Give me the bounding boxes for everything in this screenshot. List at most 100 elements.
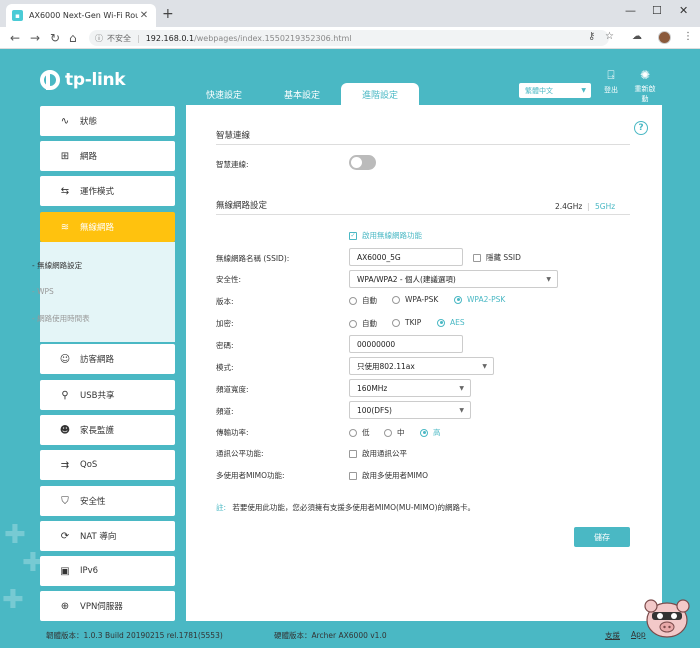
sidebar-item-label: USB共享 (80, 391, 115, 401)
mascot-watermark-icon (644, 599, 690, 638)
sidebar-item-operation-mode[interactable]: ⇆ 運作模式 (40, 176, 175, 206)
mumimo-checkbox[interactable]: 啟用多使用者MIMO (349, 470, 428, 481)
sidebar-item-usb[interactable]: ⚲ USB共享 (40, 380, 175, 410)
subitem-schedule[interactable]: - 網路使用時間表 (32, 313, 90, 324)
reload-icon[interactable]: ↻ (50, 31, 60, 45)
star-icon[interactable]: ☆ (605, 31, 614, 42)
smart-connect-label: 智慧連線: (216, 160, 249, 169)
sidebar-item-wireless[interactable]: ≋ 無線網路 (40, 212, 175, 242)
ssid-label: 無線網路名稱 (SSID): (216, 254, 290, 263)
sidebar-item-status[interactable]: ∿ 狀態 (40, 106, 175, 136)
smart-connect-toggle[interactable] (349, 155, 376, 170)
nat-icon: ⟳ (60, 530, 70, 542)
enable-wireless-checkbox[interactable]: ✓ 啟用無線網路功能 (349, 230, 422, 241)
ipv6-icon: ▣ (60, 565, 70, 577)
power-mid-radio[interactable]: 中 (384, 427, 405, 438)
sidebar-item-guest[interactable]: ☺ 訪客網路 (40, 344, 175, 374)
reboot-label: 重新啟動 (634, 85, 656, 103)
tab-quick-setup[interactable]: 快速設定 (192, 83, 256, 105)
version-wpa2-psk-radio[interactable]: WPA2-PSK (454, 295, 505, 304)
radio-label: 自動 (362, 319, 377, 328)
reboot-button[interactable]: ✺ 重新啟動 (632, 68, 658, 104)
sidebar-item-network[interactable]: ⊞ 網路 (40, 141, 175, 171)
divider (216, 144, 630, 145)
channel-width-select[interactable]: 160MHz ▼ (349, 379, 471, 397)
menu-dots-icon[interactable]: ⋮ (683, 31, 693, 42)
address-bar: ← → ↻ ⌂ ⓘ 不安全 | 192.168.0.1 /webpages/in… (0, 27, 700, 49)
url-input[interactable]: ⓘ 不安全 | 192.168.0.1 /webpages/index.1550… (89, 30, 609, 46)
sidebar-item-qos[interactable]: ⇉ QoS (40, 450, 175, 480)
radio-dot (384, 428, 392, 437)
power-high-radio[interactable]: 高 (420, 427, 441, 438)
window-close-button[interactable]: ✕ (679, 4, 688, 17)
fairness-option-label: 啟用通訊公平 (362, 449, 407, 458)
tx-power-label: 傳輸功率: (216, 428, 249, 437)
encryption-auto-radio[interactable]: 自動 (349, 318, 377, 329)
channel-select[interactable]: 100(DFS) ▼ (349, 401, 471, 419)
extension-icon[interactable]: ☁ (632, 31, 642, 42)
vpn-icon: ⊕ (60, 600, 70, 612)
fairness-checkbox[interactable]: 啟用通訊公平 (349, 448, 407, 459)
tab-close-icon[interactable]: ✕ (138, 10, 150, 21)
mode-label: 模式: (216, 363, 234, 372)
help-icon[interactable]: ? (634, 121, 648, 135)
ssid-input[interactable]: AX6000_5G (349, 248, 463, 266)
sidebar-item-label: VPN伺服器 (80, 602, 123, 612)
radio-label: 高 (433, 428, 441, 437)
logout-button[interactable]: ⍈ 登出 (599, 68, 623, 95)
back-arrow-icon[interactable]: ← (10, 31, 20, 45)
divider (216, 214, 630, 215)
maximize-button[interactable]: ☐ (652, 4, 662, 17)
security-label: 安全性: (216, 275, 242, 284)
band-5ghz-tab[interactable]: 5GHz (595, 202, 615, 211)
subitem-wps[interactable]: - WPS (32, 287, 54, 296)
home-icon[interactable]: ⌂ (69, 31, 77, 45)
new-tab-button[interactable]: + (162, 6, 174, 22)
url-separator: | (137, 33, 140, 43)
sidebar-item-security[interactable]: ⛉ 安全性 (40, 486, 175, 516)
sidebar-item-vpn[interactable]: ⊕ VPN伺服器 (40, 591, 175, 621)
avatar[interactable] (658, 31, 671, 44)
channel-width-label: 頻道寬度: (216, 385, 249, 394)
mode-select[interactable]: 只使用802.11ax ▼ (349, 357, 494, 375)
qos-icon: ⇉ (60, 459, 70, 471)
browser-tabbar: ▪ AX6000 Next-Gen Wi-Fi Router ✕ + — ☐ ✕ (0, 0, 700, 27)
tab-advanced[interactable]: 進階設定 (341, 83, 419, 105)
logo-text: tp-link (65, 70, 126, 90)
tab-basic[interactable]: 基本設定 (270, 83, 334, 105)
version-auto-radio[interactable]: 自動 (349, 295, 377, 306)
sidebar-item-nat[interactable]: ⟳ NAT 導向 (40, 521, 175, 551)
support-link[interactable]: 支援 (605, 630, 620, 641)
hide-ssid-checkbox[interactable]: 隱藏 SSID (473, 252, 521, 263)
encryption-aes-radio[interactable]: AES (437, 318, 465, 327)
subitem-wireless-settings[interactable]: - 無線網路設定 (32, 260, 82, 271)
chevron-down-icon: ▼ (482, 362, 487, 370)
version-wpa-psk-radio[interactable]: WPA-PSK (392, 295, 438, 304)
info-icon[interactable]: ⓘ (95, 33, 103, 44)
band-24ghz-tab[interactable]: 2.4GHz (555, 202, 582, 211)
sidebar-item-parental[interactable]: ☻ 家長監護 (40, 415, 175, 445)
minimize-button[interactable]: — (625, 4, 636, 17)
encryption-tkip-radio[interactable]: TKIP (392, 318, 421, 327)
sidebar-item-label: 無線網路 (80, 223, 115, 233)
language-value: 繁體中文 (525, 86, 553, 95)
sidebar-item-ipv6[interactable]: ▣ IPv6 (40, 556, 175, 586)
language-select[interactable]: 繁體中文 ▼ (519, 83, 591, 98)
sidebar-item-label: 狀態 (80, 117, 98, 127)
password-input[interactable]: 00000000 (349, 335, 463, 353)
parental-icon: ☻ (59, 424, 71, 436)
note-key: 註: (216, 503, 227, 512)
forward-arrow-icon[interactable]: → (30, 31, 40, 45)
network-icon: ⊞ (60, 150, 70, 162)
mumimo-note: 註: 若要使用此功能，您必須擁有支援多使用者MIMO(MU-MIMO)的網路卡。 (216, 502, 475, 513)
mumimo-label: 多使用者MIMO功能: (216, 471, 285, 480)
security-select[interactable]: WPA/WPA2 - 個人(建議選項) ▼ (349, 270, 558, 288)
browser-tab[interactable]: ▪ AX6000 Next-Gen Wi-Fi Router ✕ (6, 4, 156, 27)
hardware-version: 硬體版本：Archer AX6000 v1.0 (274, 631, 387, 640)
save-button[interactable]: 儲存 (574, 527, 630, 547)
chevron-down-icon: ▼ (581, 87, 586, 94)
power-low-radio[interactable]: 低 (349, 427, 370, 438)
note-text: 若要使用此功能，您必須擁有支援多使用者MIMO(MU-MIMO)的網路卡。 (232, 503, 476, 512)
tplink-favicon-icon: ▪ (12, 10, 23, 21)
key-icon[interactable]: ⚷ (588, 31, 595, 42)
